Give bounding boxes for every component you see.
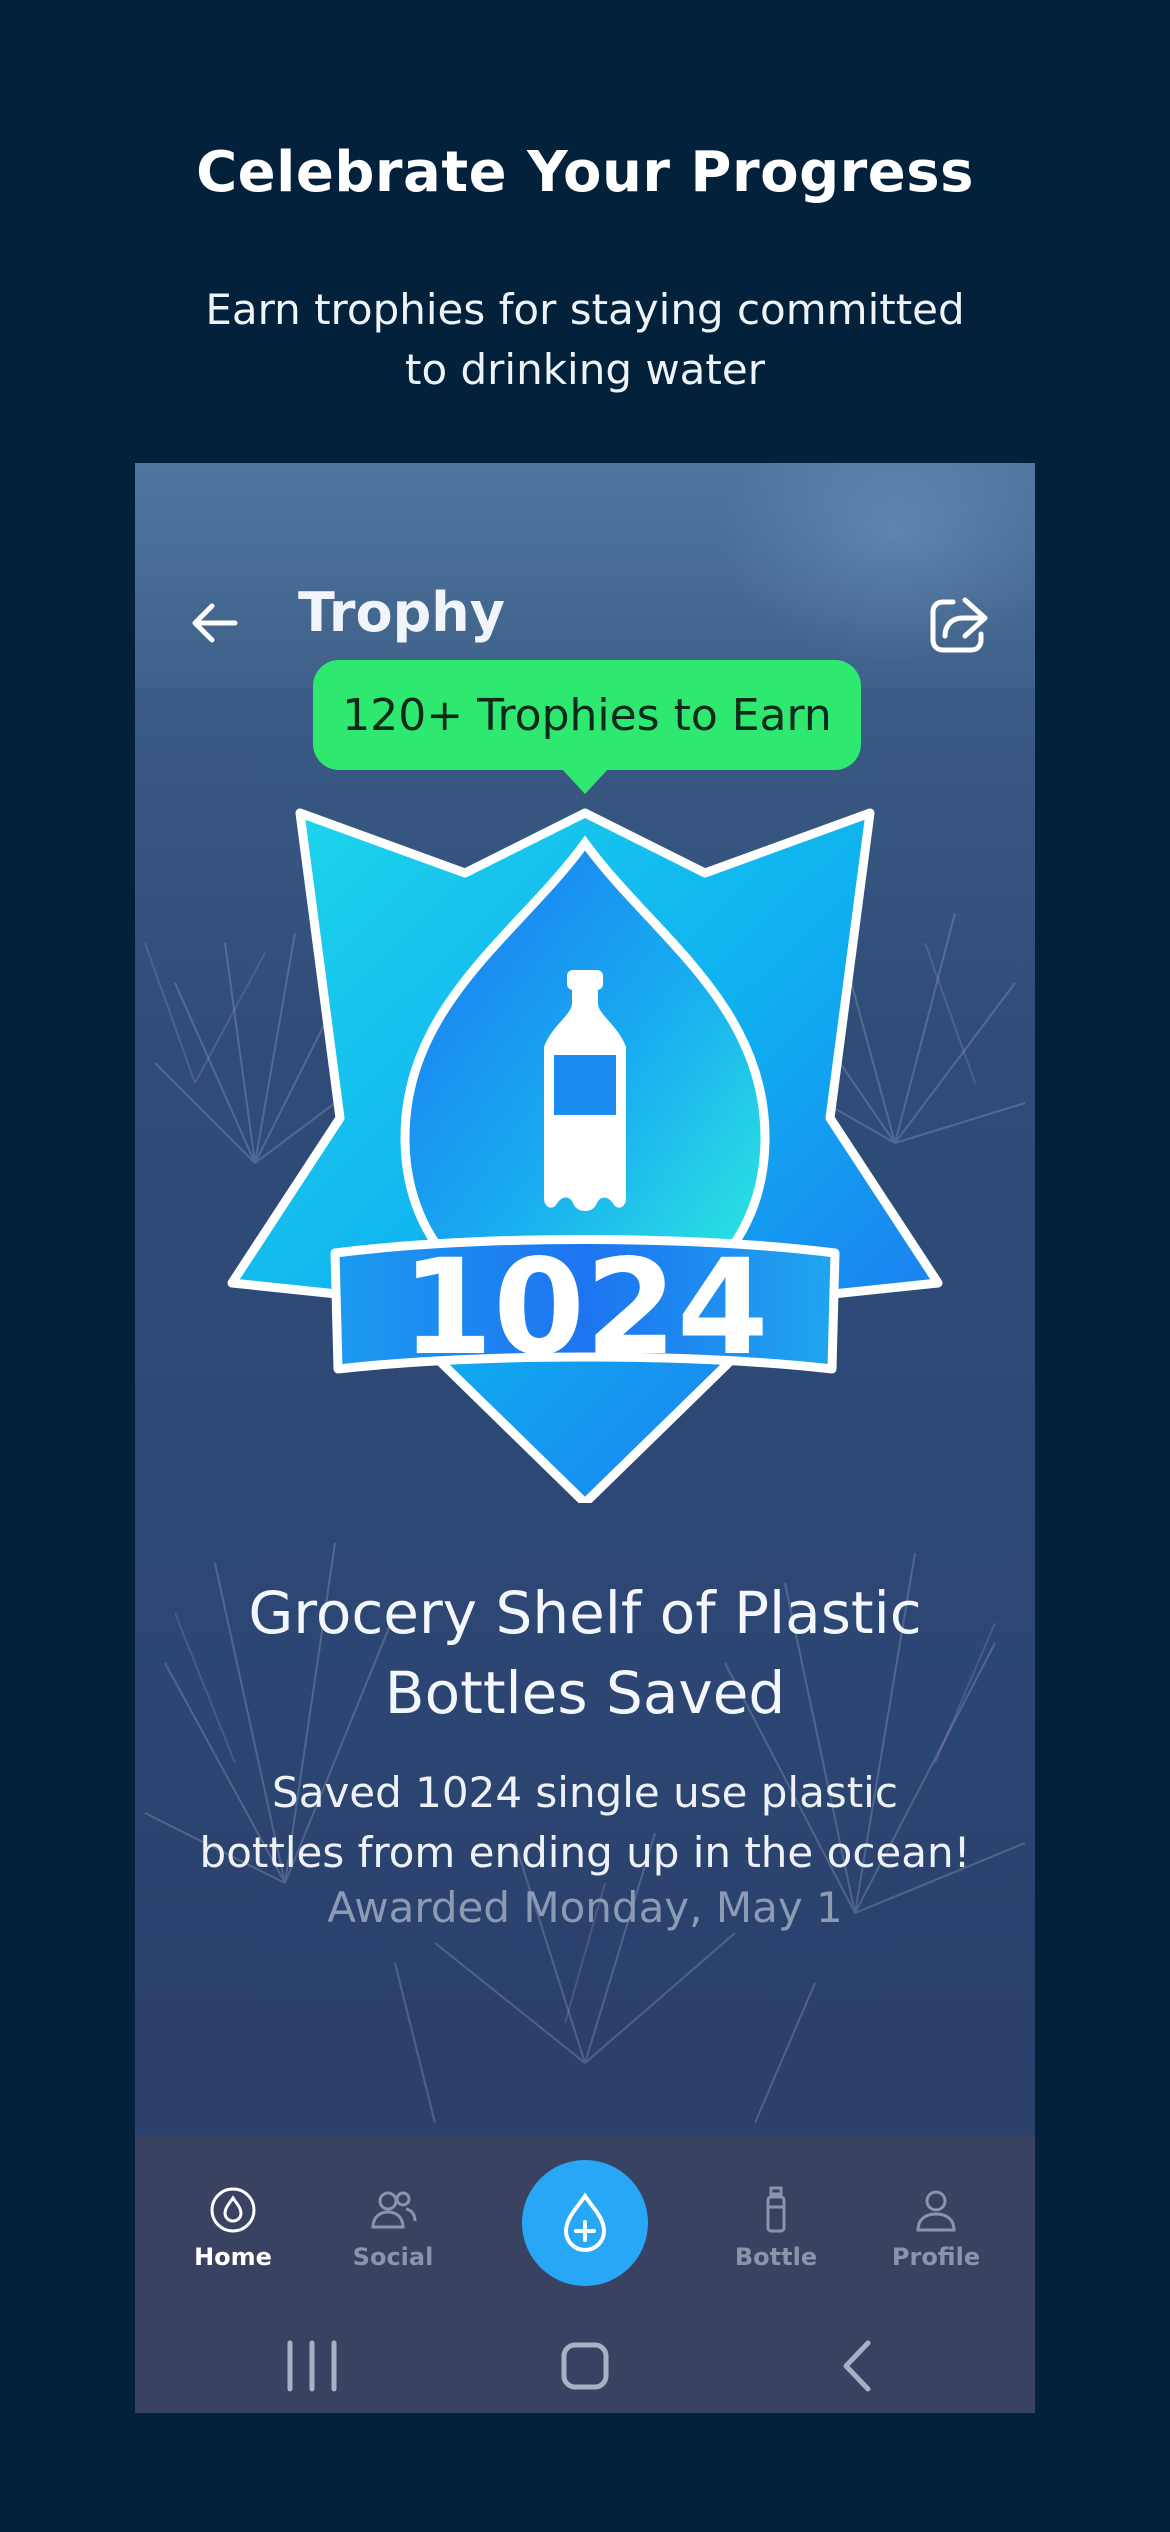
back-icon[interactable] xyxy=(818,2331,898,2401)
system-navigation-bar xyxy=(135,2313,1035,2413)
people-icon xyxy=(371,2191,417,2229)
badge-number: 1024 xyxy=(401,1231,768,1385)
trophies-tooltip: 120+ Trophies to Earn xyxy=(313,660,861,770)
phone-screen: Trophy 120+ Trophies to Earn 1024 Grocer… xyxy=(135,463,1035,2413)
trophy-description: Saved 1024 single use plastic bottles fr… xyxy=(199,1768,971,1877)
tab-label: Home xyxy=(194,2243,272,2271)
bottom-tab-bar: Home Social Bottle Profile xyxy=(135,2135,1035,2413)
water-drop-icon xyxy=(210,2187,256,2233)
share-icon[interactable] xyxy=(925,588,995,658)
recents-icon[interactable] xyxy=(272,2331,352,2401)
bottle-icon xyxy=(766,2186,786,2233)
home-icon[interactable] xyxy=(545,2331,625,2401)
trophy-badge: 1024 xyxy=(227,808,943,1503)
tab-profile[interactable]: Profile xyxy=(866,2185,1006,2271)
page-title: Trophy xyxy=(298,581,505,644)
tab-label: Profile xyxy=(891,2243,981,2271)
app-header: Trophy xyxy=(135,463,1035,688)
promo-title: Celebrate Your Progress xyxy=(196,140,974,205)
tab-home[interactable]: Home xyxy=(163,2185,303,2271)
promo-subtitle: Earn trophies for staying committed to d… xyxy=(205,285,965,394)
tab-label: Social xyxy=(352,2243,434,2271)
tab-label: Bottle xyxy=(734,2243,818,2271)
back-arrow-icon[interactable] xyxy=(180,588,250,658)
awarded-date: Awarded Monday, May 1 xyxy=(327,1883,843,1932)
tooltip-pointer xyxy=(561,768,609,794)
tab-bottle[interactable]: Bottle xyxy=(706,2185,846,2271)
add-water-button[interactable] xyxy=(522,2160,648,2286)
trophy-name: Grocery Shelf of Plastic Bottles Saved xyxy=(248,1579,922,1727)
tab-social[interactable]: Social xyxy=(323,2185,463,2271)
add-water-drop-icon xyxy=(563,2192,607,2253)
person-icon xyxy=(916,2190,956,2232)
